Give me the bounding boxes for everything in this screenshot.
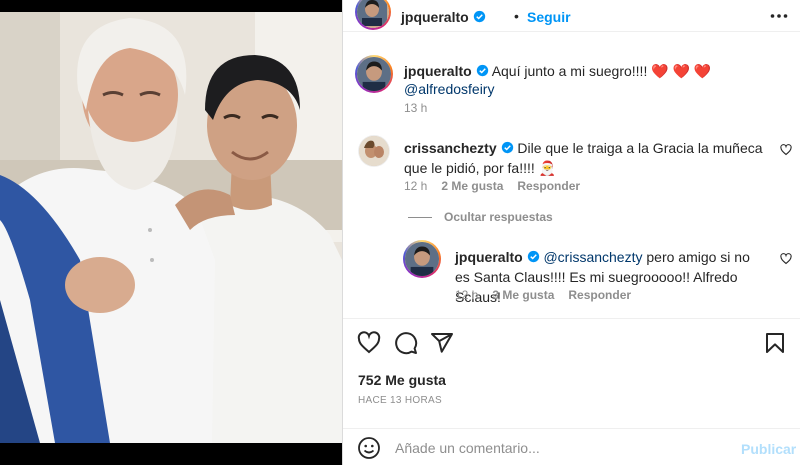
caption-text: jpqueralto Aquí junto a mi suegro!!!! ❤️…	[404, 62, 784, 98]
reply-username[interactable]: jpqueralto	[455, 249, 523, 265]
comment-likes[interactable]: 2 Me gusta	[441, 179, 503, 193]
comment-username[interactable]: crissanchezty	[404, 140, 497, 156]
separator-dot: •	[514, 8, 519, 24]
comments-thread[interactable]: jpqueralto Aquí junto a mi suegro!!!! ❤️…	[343, 40, 800, 318]
save-icon[interactable]	[763, 331, 787, 355]
reply-reply-button[interactable]: Responder	[568, 288, 631, 302]
author-username-text[interactable]: jpqueralto	[401, 9, 469, 25]
heart-icon[interactable]	[357, 331, 381, 355]
caption-username[interactable]: jpqueralto	[404, 63, 472, 79]
caption-avatar[interactable]	[355, 55, 393, 93]
reply-avatar[interactable]	[403, 240, 441, 278]
post-time: HACE 13 HORAS	[358, 395, 442, 406]
verified-icon	[501, 141, 513, 154]
follow-button[interactable]: Seguir	[527, 9, 571, 25]
publish-button[interactable]: Publicar	[741, 441, 796, 457]
comment-like-heart-icon[interactable]	[780, 144, 792, 156]
reply-meta: 12 h 3 Me gusta Responder	[455, 288, 631, 302]
reply-like-heart-icon[interactable]	[780, 253, 792, 265]
post-photo[interactable]	[0, 0, 342, 465]
post-header: jpqueralto • Seguir	[343, 0, 800, 32]
verified-icon	[473, 10, 485, 23]
hide-replies-line	[408, 217, 432, 219]
caption-time: 13 h	[404, 101, 428, 115]
comment-text: crissanchezty Dile que le traiga a la Gr…	[404, 138, 764, 178]
photo-illustration	[0, 0, 342, 465]
comment-reply-button[interactable]: Responder	[517, 179, 580, 193]
add-comment-bar: Publicar	[343, 428, 800, 465]
share-icon[interactable]	[430, 331, 454, 355]
author-avatar[interactable]	[355, 0, 391, 30]
verified-icon	[476, 64, 488, 77]
comment-meta: 12 h 2 Me gusta Responder	[404, 179, 580, 193]
caption-mention[interactable]: @alfredosfeiry	[404, 81, 494, 97]
reply-time: 12 h	[455, 288, 479, 302]
reply-mention[interactable]: @crissanchezty	[543, 249, 642, 265]
likes-count[interactable]: 752 Me gusta	[358, 372, 446, 388]
comment-avatar[interactable]	[358, 135, 390, 167]
comment-time: 12 h	[404, 179, 428, 193]
caption-body: Aquí junto a mi suegro!!!! ❤️ ❤️ ❤️	[491, 63, 712, 79]
comment-icon[interactable]	[394, 331, 418, 355]
post-actions: 752 Me gusta HACE 13 HORAS Publicar	[343, 318, 800, 465]
author-username[interactable]: jpqueralto	[401, 9, 486, 25]
instagram-post-view: jpqueralto • Seguir jpqueralto Aquí junt…	[0, 0, 800, 465]
more-options-icon[interactable]	[769, 6, 789, 26]
emoji-icon[interactable]	[357, 436, 381, 460]
hide-replies-label[interactable]: Ocultar respuestas	[444, 210, 553, 224]
post-panel: jpqueralto • Seguir jpqueralto Aquí junt…	[342, 0, 800, 465]
hide-replies-button[interactable]: Ocultar respuestas	[408, 210, 553, 224]
comment-input[interactable]	[395, 435, 725, 461]
verified-icon	[527, 250, 539, 263]
reply-likes[interactable]: 3 Me gusta	[492, 288, 554, 302]
